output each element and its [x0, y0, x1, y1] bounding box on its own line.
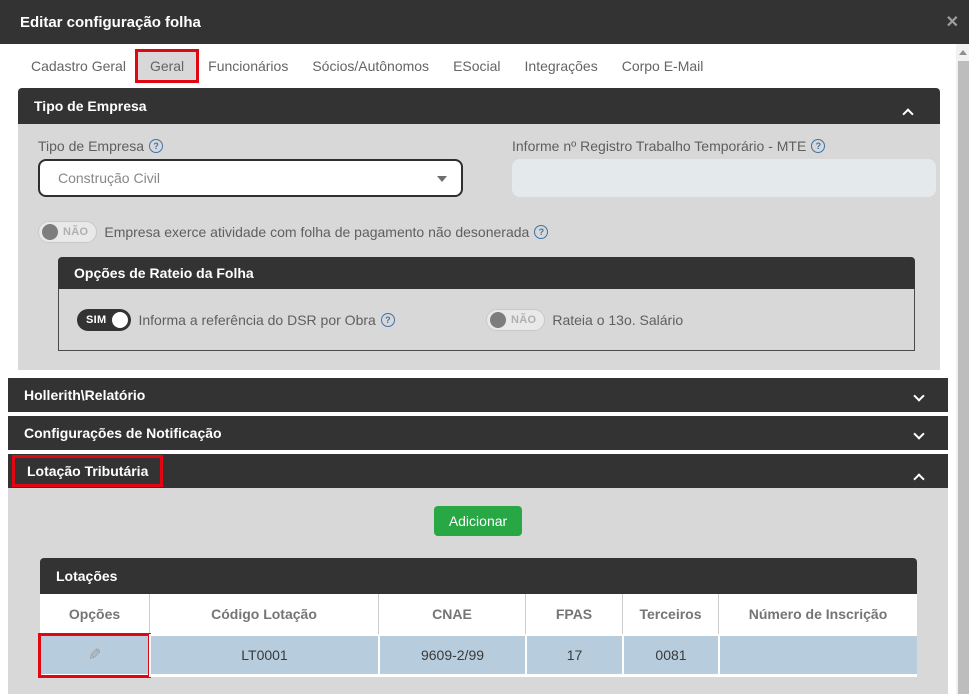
close-icon[interactable]: ✕ — [946, 0, 959, 44]
chevron-down-icon — [913, 428, 925, 440]
column-codigo-lotacao: Código Lotação — [149, 594, 378, 634]
tab-geral[interactable]: Geral — [134, 49, 200, 83]
modal-titlebar: Editar configuração folha ✕ — [0, 0, 969, 44]
toggle-rateia-13-label: Rateia o 13o. Salário — [552, 311, 684, 328]
toggle-desonerada[interactable]: NÃO — [38, 221, 98, 243]
scroll-up-icon[interactable] — [956, 44, 969, 60]
rateio-body: SIM Informa a referência do DSR por Obra… — [58, 289, 915, 351]
tipo-empresa-label: Tipo de Empresa ? — [38, 138, 463, 154]
tab-cadastro-geral[interactable]: Cadastro Geral — [19, 52, 138, 80]
add-button[interactable]: Adicionar — [433, 506, 523, 536]
edit-config-modal: Editar configuração folha ✕ Cadastro Ger… — [0, 0, 969, 694]
scrollbar-thumb[interactable] — [958, 61, 969, 694]
column-numero-inscricao: Número de Inscrição — [718, 594, 917, 634]
tipo-empresa-selected-value: Construção Civil — [58, 170, 160, 186]
fpas-cell: 17 — [525, 634, 622, 677]
toggle-knob — [490, 311, 506, 328]
chevron-down-icon — [437, 176, 447, 182]
help-icon[interactable]: ? — [380, 312, 395, 327]
section-rateio-folha: Opções de Rateio da Folha SIM Informa a … — [58, 257, 915, 351]
toggle-knob — [42, 224, 58, 240]
tab-integracoes[interactable]: Integrações — [513, 52, 610, 80]
lotacoes-table: Lotações Opções Código Lotação CNAE FPAS… — [38, 558, 917, 678]
accordion-list: Hollerith\Relatório Configurações de Not… — [8, 378, 948, 492]
toggle-rateia-13[interactable]: NÃO — [486, 308, 546, 331]
numero-inscricao-cell — [718, 634, 917, 677]
annotation-box: Lotação Tributária — [12, 455, 164, 487]
cnae-cell: 9609-2/99 — [378, 634, 525, 677]
column-opcoes: Opções — [68, 606, 121, 622]
column-terceiros: Terceiros — [622, 594, 718, 634]
toggle-dsr-obra[interactable]: SIM — [77, 308, 132, 331]
tab-corpo-email[interactable]: Corpo E-Mail — [610, 52, 716, 80]
toggle-knob — [112, 311, 129, 328]
codigo-lotacao-cell: LT0001 — [149, 634, 378, 677]
accordion-lotacao-tributaria[interactable]: Lotação Tributária — [8, 454, 948, 488]
accordion-hollerith-relatorio[interactable]: Hollerith\Relatório — [8, 378, 948, 412]
column-cnae: CNAE — [378, 594, 525, 634]
chevron-up-icon — [913, 473, 925, 485]
table-row: ✎ LT0001 9609-2/99 17 0081 — [38, 633, 917, 678]
column-fpas: FPAS — [525, 594, 622, 634]
scrollbar[interactable] — [956, 44, 969, 694]
chevron-down-icon — [913, 390, 925, 402]
table-column-headers: Opções Código Lotação CNAE FPAS Terceiro… — [40, 594, 917, 634]
tipo-empresa-select[interactable]: Construção Civil — [38, 159, 463, 197]
lotacoes-table-header: Lotações — [40, 558, 917, 594]
toggle-desonerada-label: Empresa exerce atividade com folha de pa… — [104, 224, 549, 240]
help-icon[interactable]: ? — [534, 225, 549, 239]
section-title: Tipo de Empresa — [34, 98, 147, 114]
chevron-up-icon — [902, 108, 914, 120]
help-icon[interactable]: ? — [811, 139, 826, 153]
accordion-configuracoes-notificacao[interactable]: Configurações de Notificação — [8, 416, 948, 450]
rateio-header: Opções de Rateio da Folha — [58, 257, 915, 289]
terceiros-cell: 0081 — [622, 634, 718, 677]
pencil-icon[interactable]: ✎ — [88, 645, 101, 665]
section-body-tipo-empresa: Tipo de Empresa ? Construção Civil Infor… — [18, 124, 940, 370]
toggle-dsr-obra-label: Informa a referência do DSR por Obra ? — [138, 312, 395, 328]
mte-label: Informe nº Registro Trabalho Temporário … — [512, 138, 936, 154]
section-tipo-empresa: Tipo de Empresa Tipo de Empresa ? Constr… — [18, 88, 940, 370]
lotacao-tributaria-content: Adicionar Lotações Opções Código Lotação… — [8, 488, 948, 694]
help-icon[interactable]: ? — [149, 139, 164, 153]
mte-input[interactable] — [512, 159, 936, 197]
section-header-tipo-empresa[interactable]: Tipo de Empresa — [18, 88, 940, 124]
tab-funcionarios[interactable]: Funcionários — [196, 52, 300, 80]
options-cell[interactable]: ✎ — [38, 633, 151, 678]
tab-bar: Cadastro Geral Geral Funcionários Sócios… — [0, 44, 948, 88]
modal-title: Editar configuração folha — [20, 13, 201, 31]
tab-socios-autonomos[interactable]: Sócios/Autônomos — [300, 52, 441, 80]
tab-esocial[interactable]: ESocial — [441, 52, 512, 80]
